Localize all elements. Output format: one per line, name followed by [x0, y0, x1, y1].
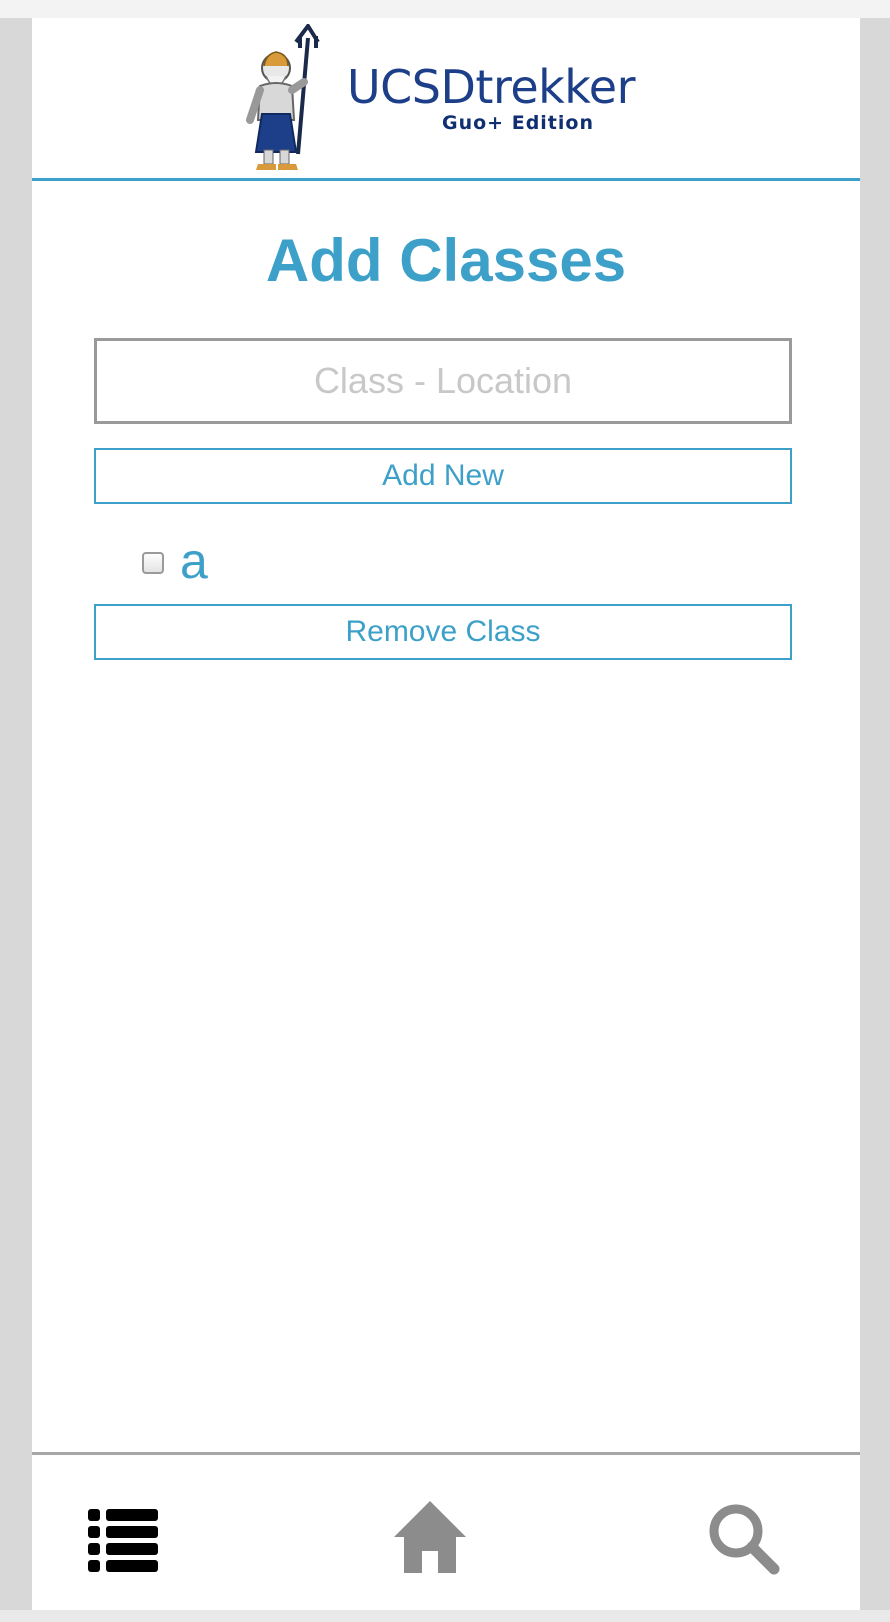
class-name: a [180, 533, 208, 589]
logo-title: UCSDtrekker [347, 60, 636, 114]
nav-list-button[interactable] [88, 1509, 158, 1578]
list-icon [88, 1509, 158, 1572]
logo-subtitle: Guo+ Edition [442, 112, 594, 134]
add-new-button[interactable]: Add New [94, 448, 792, 504]
browser-bottom-strip [0, 1610, 890, 1622]
nav-home-button[interactable] [392, 1499, 468, 1578]
page-title: Add Classes [265, 227, 627, 294]
class-location-input[interactable] [94, 338, 792, 424]
bottom-nav [32, 1452, 860, 1613]
search-icon [709, 1504, 780, 1575]
logo[interactable]: UCSDtrekker Guo+ Edition [242, 24, 662, 174]
class-checkbox[interactable] [142, 552, 164, 574]
app-window: UCSDtrekker Guo+ Edition Add Classes Add… [32, 18, 860, 1613]
remove-class-button[interactable]: Remove Class [94, 604, 792, 660]
browser-top-strip [0, 0, 890, 18]
header: UCSDtrekker Guo+ Edition [32, 18, 860, 181]
nav-search-button[interactable] [708, 1503, 780, 1580]
trident-mascot-icon [246, 24, 320, 170]
home-icon [394, 1501, 466, 1573]
